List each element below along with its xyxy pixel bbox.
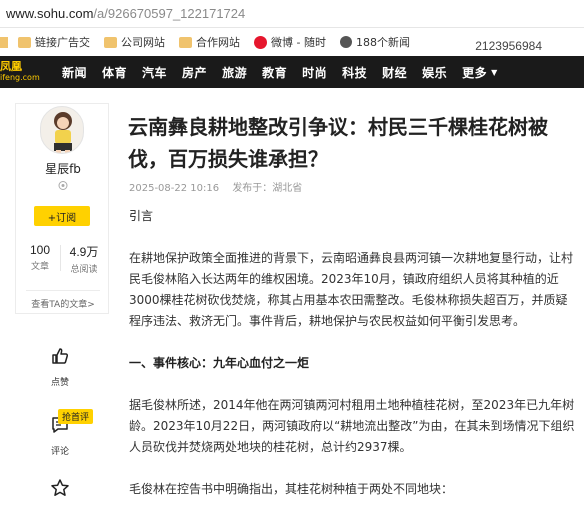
nav-item-edu[interactable]: 教育 xyxy=(262,64,287,81)
bookmark-item[interactable]: 188个新闻 xyxy=(339,34,410,50)
intro-heading: 引言 xyxy=(129,209,154,223)
nav-more-menu[interactable]: 更多 ▼ xyxy=(462,64,498,81)
bookmark-item[interactable]: 链接广告交 xyxy=(18,34,90,50)
nav-item-sports[interactable]: 体育 xyxy=(102,64,127,81)
stat-value: 4.9万 xyxy=(69,245,99,259)
url-path: /a/926670597_122171724 xyxy=(93,6,246,21)
logo-sub: ifeng.com xyxy=(0,73,40,82)
stat-articles: 100 文章 xyxy=(20,243,60,272)
subscribe-button[interactable]: +订阅 xyxy=(34,206,90,226)
bookmark-label: 微博 - 随时 xyxy=(271,36,326,49)
thumbs-up-icon xyxy=(52,348,69,364)
bookmark-label: 链接广告交 xyxy=(35,36,90,49)
first-comment-badge: 抢首评 xyxy=(58,409,94,424)
paw-icon xyxy=(339,36,352,48)
section-heading: 一、事件核心：九年心血付之一炬 xyxy=(129,356,310,370)
nav-more-label: 更多 xyxy=(462,65,488,80)
weibo-icon xyxy=(254,35,267,49)
author-level-icon xyxy=(58,181,68,190)
nav-item-finance[interactable]: 财经 xyxy=(382,64,407,81)
author-card: 星辰fb +订阅 100 文章 4.9万 总阅读 查看TA的文章> xyxy=(15,103,109,314)
bookmark-item[interactable]: 微博 - 随时 xyxy=(254,34,326,50)
article-paragraph: 据毛俊林所述，2014年他在两河镇两河村租用土地种植桂花树，至2023年已九年树… xyxy=(129,398,575,454)
bookmark-item[interactable]: 公司网站 xyxy=(104,34,165,50)
folder-icon xyxy=(179,36,192,48)
avatar[interactable] xyxy=(40,106,84,154)
address-bar[interactable]: www.sohu.com/a/926670597_122171724 xyxy=(0,0,584,28)
bookmark-label: 合作网站 xyxy=(196,36,240,49)
publish-date: 2025-08-22 10:16 xyxy=(129,183,220,194)
caret-down-icon: ▼ xyxy=(491,67,498,77)
stat-reads: 4.9万 总阅读 xyxy=(64,243,104,275)
divider xyxy=(26,290,100,291)
nav-item-ent[interactable]: 娱乐 xyxy=(422,64,447,81)
bookmark-label: 188个新闻 xyxy=(355,36,410,49)
stat-label: 文章 xyxy=(30,262,49,272)
site-logo[interactable]: 凤凰 ifeng.com xyxy=(0,56,48,88)
like-button[interactable]: 点赞 xyxy=(40,346,80,388)
nav-item-tech[interactable]: 科技 xyxy=(342,64,367,81)
floating-number: 2123956984 xyxy=(475,39,542,53)
nav-item-fashion[interactable]: 时尚 xyxy=(302,64,327,81)
stat-value: 100 xyxy=(29,243,51,257)
bookmark-item[interactable]: 合作网站 xyxy=(179,34,240,50)
favorite-button[interactable] xyxy=(40,478,80,502)
nav-item-travel[interactable]: 旅游 xyxy=(222,64,247,81)
article-paragraph: 毛俊林在控告书中明确指出，其桂花树种植于两处不同地块： xyxy=(129,482,454,496)
article-paragraph: 在耕地保护政策全面推进的背景下，云南昭通彝良县两河镇一次耕地复垦行动，让村民毛俊… xyxy=(129,251,574,328)
stat-label: 总阅读 xyxy=(70,265,98,275)
author-name[interactable]: 星辰fb xyxy=(16,160,110,177)
nav-item-auto[interactable]: 汽车 xyxy=(142,64,167,81)
like-label: 点赞 xyxy=(50,378,69,388)
comment-label: 评论 xyxy=(50,447,69,457)
top-nav: 凤凰 ifeng.com 新闻 体育 汽车 房产 旅游 教育 时尚 科技 财经 … xyxy=(0,56,584,88)
folder-icon[interactable] xyxy=(0,36,8,48)
star-icon xyxy=(51,479,69,496)
logo-text: 凤凰 xyxy=(0,60,22,73)
folder-icon xyxy=(18,36,31,48)
nav-item-news[interactable]: 新闻 xyxy=(62,64,87,81)
divider xyxy=(60,245,61,271)
bookmark-label: 公司网站 xyxy=(121,36,165,49)
url-host: www.sohu.com xyxy=(6,6,94,21)
nav-item-house[interactable]: 房产 xyxy=(182,64,207,81)
see-articles-link[interactable]: 查看TA的文章> xyxy=(16,297,110,310)
publish-location: 发布于：湖北省 xyxy=(232,183,303,194)
folder-icon xyxy=(104,36,117,48)
avatar-illustration xyxy=(54,112,72,153)
article-meta: 2025-08-22 10:16 发布于：湖北省 xyxy=(129,179,302,194)
article-title: 云南彝良耕地整改引争议：村民三千棵桂花树被伐，百万损失谁承担？ xyxy=(128,115,548,171)
